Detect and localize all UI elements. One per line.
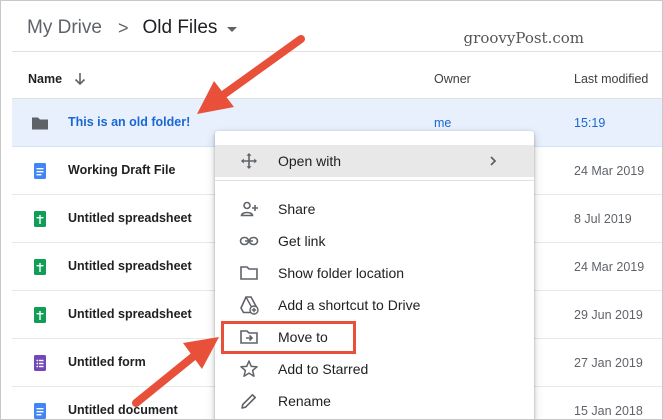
add-person-icon xyxy=(240,201,258,217)
annotation-highlight-box xyxy=(221,321,356,354)
folder-icon xyxy=(32,117,48,130)
arrow-down-icon[interactable] xyxy=(73,71,87,87)
drive-window: My Drive > Old Files groovyPost.com Name… xyxy=(0,0,663,420)
breadcrumb: My Drive > Old Files xyxy=(27,15,238,41)
modified-cell: 8 Jul 2019 xyxy=(574,212,632,226)
menu-item-label: Share xyxy=(278,201,316,217)
column-header-last-modified[interactable]: Last modified xyxy=(574,72,648,86)
modified-cell: 27 Jan 2019 xyxy=(574,356,643,370)
docs-icon xyxy=(34,403,46,419)
menu-item-label: Open with xyxy=(278,153,342,169)
modified-cell: 15:19 xyxy=(574,116,606,130)
file-name: Working Draft File xyxy=(68,163,176,177)
divider xyxy=(215,180,534,181)
menu-item-rename[interactable]: Rename xyxy=(215,385,534,417)
sheets-icon xyxy=(34,307,46,323)
file-name: This is an old folder! xyxy=(68,115,191,129)
file-name: Untitled spreadsheet xyxy=(68,307,192,321)
divider xyxy=(12,51,662,52)
modified-cell: 15 Jan 2018 xyxy=(574,404,643,418)
menu-item-label: Show folder location xyxy=(278,265,405,281)
modified-cell: 29 Jun 2019 xyxy=(574,308,643,322)
owner-cell: me xyxy=(434,116,452,130)
caret-down-icon[interactable] xyxy=(227,26,238,32)
menu-item-get-link[interactable]: Get link xyxy=(215,225,534,257)
docs-icon xyxy=(34,163,46,179)
watermark: groovyPost.com xyxy=(463,29,584,47)
menu-item-add-to-starred[interactable]: Add to Starred xyxy=(215,353,534,385)
context-menu: Open with Share Get link Show folder loc… xyxy=(215,131,534,419)
menu-item-label: Add a shortcut to Drive xyxy=(278,297,421,313)
menu-item-label: Add to Starred xyxy=(278,361,369,377)
menu-item-label: Rename xyxy=(278,393,331,409)
file-name: Untitled spreadsheet xyxy=(68,211,192,225)
star-outline-icon xyxy=(240,360,258,377)
menu-item-show-folder-location[interactable]: Show folder location xyxy=(215,257,534,289)
drive-shortcut-icon xyxy=(240,296,259,315)
sheets-icon xyxy=(34,259,46,275)
breadcrumb-my-drive[interactable]: My Drive xyxy=(27,17,102,39)
folder-outline-icon xyxy=(240,266,258,280)
file-name: Untitled spreadsheet xyxy=(68,259,192,273)
pencil-icon xyxy=(241,394,256,409)
column-header-owner: Owner xyxy=(434,72,471,86)
chevron-right-icon xyxy=(490,156,497,166)
sheets-icon xyxy=(34,211,46,227)
menu-item-add-shortcut[interactable]: Add a shortcut to Drive xyxy=(215,289,534,321)
modified-cell: 24 Mar 2019 xyxy=(574,260,645,274)
breadcrumb-separator: > xyxy=(117,17,129,38)
menu-item-open-with[interactable]: Open with xyxy=(215,145,534,177)
column-header-name[interactable]: Name xyxy=(28,72,62,86)
move-arrows-icon xyxy=(241,153,257,169)
modified-cell: 24 Mar 2019 xyxy=(574,164,645,178)
forms-icon xyxy=(34,355,46,371)
menu-item-share[interactable]: Share xyxy=(215,193,534,225)
breadcrumb-old-files[interactable]: Old Files xyxy=(142,17,217,39)
file-name: Untitled form xyxy=(68,355,146,369)
file-name: Untitled document xyxy=(68,403,178,417)
link-icon xyxy=(239,236,259,246)
menu-item-label: Get link xyxy=(278,233,326,249)
